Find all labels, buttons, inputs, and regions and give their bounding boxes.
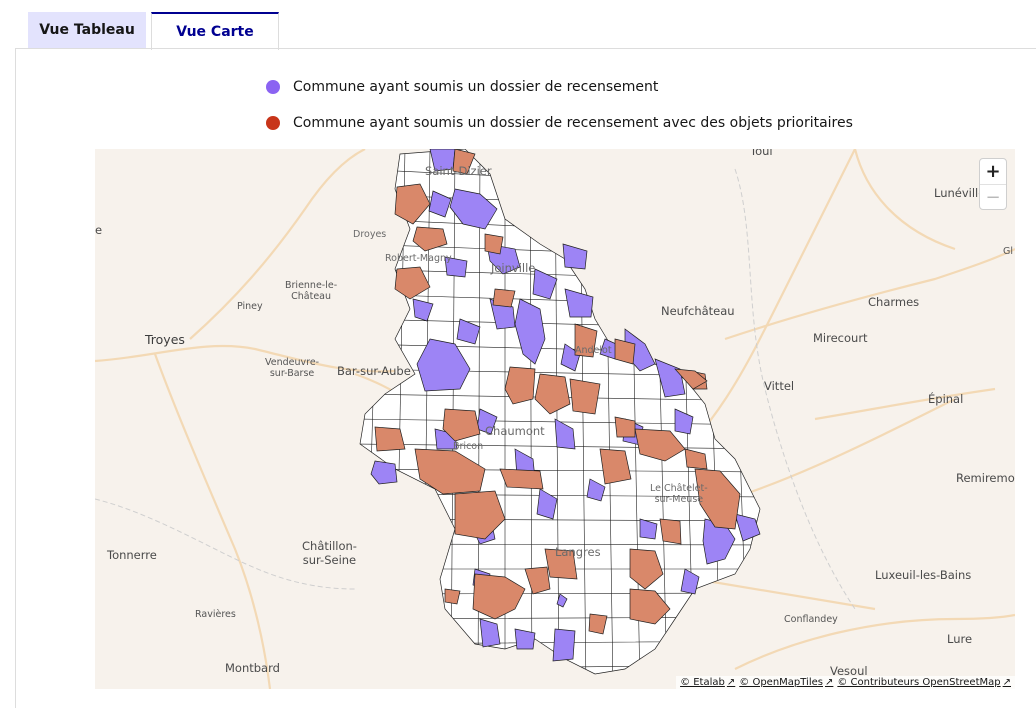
map-canvas <box>95 149 1015 689</box>
map-label-mirecourt: Mirecourt <box>813 331 868 345</box>
map-label-droyes: Droyes <box>353 229 387 240</box>
map-label-charmes: Charmes <box>868 295 920 309</box>
map-label-neufchateau: Neufchâteau <box>661 304 735 318</box>
map-label-langres: Langres <box>555 545 601 559</box>
view-tabs: Vue Tableau Vue Carte <box>28 12 279 50</box>
external-link-icon: ↗ <box>824 677 834 688</box>
communes-map[interactable]: Troyes Brienne-le- Château Piney Vendeuv… <box>95 149 1015 689</box>
legend-dot-priority <box>266 116 280 130</box>
attribution-osm-link[interactable]: © Contributeurs OpenStreetMap ↗ <box>837 677 1011 688</box>
legend-label-priority: Commune ayant soumis un dossier de recen… <box>293 115 853 131</box>
map-label-edge-west: e <box>95 223 103 237</box>
map-label-conflandey: Conflandey <box>784 614 838 625</box>
map-label-edge-east: Gl <box>1003 246 1014 257</box>
tab-map-view[interactable]: Vue Carte <box>151 12 279 50</box>
map-label-brienne: Brienne-le- Château <box>285 280 338 302</box>
attribution-openmaptiles-link[interactable]: © OpenMapTiles ↗ <box>739 677 833 688</box>
map-label-tonnerre: Tonnerre <box>107 548 157 562</box>
map-label-saint-dizier: Saint-Dizier <box>425 164 492 178</box>
map-label-montbard: Montbard <box>225 661 280 675</box>
map-attribution: © Etalab ↗ © OpenMapTiles ↗ © Contributeur… <box>676 676 1015 689</box>
map-label-andelot: Andelot <box>575 345 612 356</box>
map-label-chaumont: Chaumont <box>485 424 545 438</box>
map-legend: Commune ayant soumis un dossier de recen… <box>266 76 853 148</box>
attribution-osm-label: © Contributeurs OpenStreetMap <box>837 677 1001 688</box>
map-label-robert-magny: Robert-Magny <box>385 253 452 264</box>
map-label-bar-sur-aube: Bar-sur-Aube <box>337 364 411 378</box>
legend-item-priority: Commune ayant soumis un dossier de recen… <box>266 112 853 134</box>
map-label-vittel: Vittel <box>764 379 795 393</box>
map-label-luneville: Lunéville <box>934 186 986 200</box>
zoom-out-button[interactable]: − <box>980 184 1006 210</box>
map-label-epinal: Épinal <box>928 392 964 406</box>
zoom-control: + − <box>979 158 1007 210</box>
map-label-vendeuvre: Vendeuvre- sur-Barse <box>265 357 320 379</box>
legend-item-submitted: Commune ayant soumis un dossier de recen… <box>266 76 853 98</box>
map-label-troyes: Troyes <box>145 332 185 347</box>
map-label-luxeuil: Luxeuil-les-Bains <box>875 568 972 582</box>
attribution-openmaptiles-label: © OpenMapTiles <box>739 677 823 688</box>
zoom-in-button[interactable]: + <box>980 159 1006 184</box>
legend-dot-submitted <box>266 80 280 94</box>
external-link-icon: ↗ <box>726 677 736 688</box>
map-label-lure: Lure <box>947 632 973 646</box>
map-label-remiremont: Remiremo <box>956 471 1015 485</box>
map-label-toul: Toul <box>750 149 773 158</box>
map-label-piney: Piney <box>237 301 263 312</box>
tab-table-view[interactable]: Vue Tableau <box>28 12 146 49</box>
map-label-bricon: Bricon <box>453 441 484 452</box>
legend-label-submitted: Commune ayant soumis un dossier de recen… <box>293 79 659 95</box>
external-link-icon: ↗ <box>1002 677 1011 688</box>
map-label-chatillon: Châtillon- sur-Seine <box>302 539 357 567</box>
attribution-etalab-link[interactable]: © Etalab ↗ <box>680 677 735 688</box>
attribution-etalab-label: © Etalab <box>680 677 725 688</box>
map-label-chatelet: Le Châtelet- sur-Meuse <box>650 483 708 505</box>
map-label-ravieres: Ravières <box>195 609 236 620</box>
map-label-joinville: Joinville <box>491 261 536 275</box>
